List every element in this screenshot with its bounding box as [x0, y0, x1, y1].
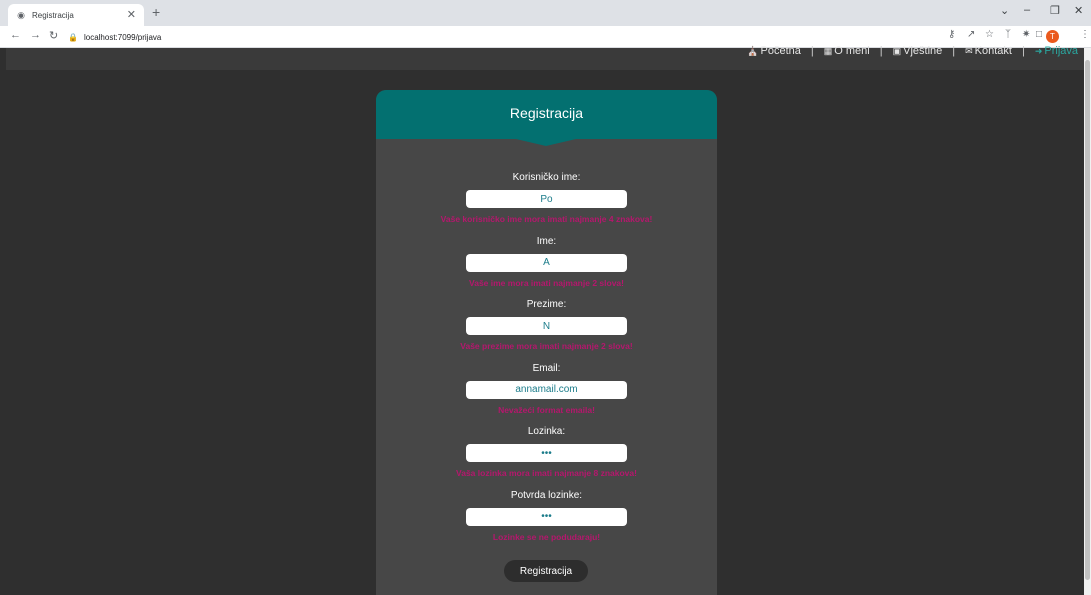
nav-skills-label: Vještine — [903, 45, 943, 57]
page-scrollbar[interactable] — [1084, 48, 1091, 595]
field-username: Korisničko ime: Vaše korisničko ime mora… — [376, 172, 717, 236]
briefcase-icon: ▣ — [892, 46, 902, 56]
star-icon[interactable]: ☆ — [985, 29, 994, 40]
error-message: Lozinke se ne podudaraju! — [492, 531, 601, 542]
error-message: Nevažeći format emaila! — [498, 404, 595, 415]
field-confirm-password: Potvrda lozinke: Lozinke se ne podudaraj… — [376, 490, 717, 554]
field-email: Email: Nevažeći format emaila! — [376, 363, 717, 427]
error-message: Vaše korisničko ime mora imati najmanje … — [440, 214, 653, 224]
card-title: Registracija — [376, 90, 717, 136]
firstname-input[interactable] — [466, 253, 627, 272]
field-password: Lozinka: Vaša lozinka mora imati najmanj… — [376, 426, 717, 490]
page: ⛪ Početna | ▦ O meni | ▣ Vještine | ✉ Kontak… — [6, 45, 1084, 595]
nav-separator: | — [810, 45, 814, 57]
confirm-password-input[interactable] — [466, 507, 627, 526]
new-tab-button[interactable]: + — [152, 4, 160, 20]
url-text: localhost:7099/prijava — [83, 32, 162, 42]
home-icon: ⛪ — [747, 46, 759, 56]
key-icon[interactable]: ⚷ — [948, 29, 955, 40]
email-input[interactable] — [466, 380, 627, 399]
scrollbar-thumb[interactable] — [1085, 60, 1090, 580]
nav-contact-label: Kontakt — [974, 45, 1012, 57]
browser-tabstrip: ◉ Registracija ✕ + ⌄ – ❐ ✕ — [0, 0, 1091, 26]
nav-separator: | — [952, 45, 956, 57]
field-label: Korisničko ime: — [512, 172, 581, 183]
username-input[interactable] — [466, 190, 627, 208]
restore-icon[interactable]: ❐ — [1050, 4, 1060, 17]
sidebar-icon[interactable]: □ — [1036, 29, 1042, 40]
globe-icon: ◉ — [17, 9, 25, 20]
back-icon[interactable]: ← — [10, 29, 21, 41]
browser-tab[interactable]: ◉ Registracija ✕ — [8, 4, 144, 26]
close-icon[interactable]: ✕ — [127, 8, 136, 21]
field-label: Email: — [532, 362, 561, 374]
field-label: Lozinka: — [527, 426, 566, 437]
extension-m-icon[interactable]: ᛉ — [1005, 29, 1011, 40]
nav-login-label: Prijava — [1044, 45, 1078, 57]
lastname-input[interactable] — [466, 317, 627, 335]
card-header-arrow — [376, 136, 717, 146]
nav-home[interactable]: ⛪ Početna — [747, 45, 801, 57]
form-fields: Korisničko ime: Vaše korisničko ime mora… — [376, 172, 717, 553]
puzzle-icon[interactable]: ✷ — [1022, 29, 1030, 40]
password-input[interactable] — [466, 444, 627, 462]
nav-about-label: O meni — [834, 45, 870, 57]
error-message: Vaše prezime mora imati najmanje 2 slova… — [460, 341, 633, 351]
chevron-down-icon[interactable]: ⌄ — [1000, 4, 1009, 17]
nav-skills[interactable]: ▣ Vještine — [893, 45, 943, 57]
profile-avatar[interactable]: T — [1046, 30, 1059, 43]
menu-icon[interactable]: ⋮ — [1080, 29, 1090, 40]
nav-separator: | — [1021, 45, 1025, 57]
minimize-icon[interactable]: – — [1024, 4, 1030, 16]
close-window-icon[interactable]: ✕ — [1074, 4, 1083, 17]
registration-card: Registracija Korisničko ime: Vaše korisn… — [376, 90, 717, 595]
nav-about[interactable]: ▦ O meni — [824, 45, 870, 57]
nav-login[interactable]: ➜ Prijava — [1035, 45, 1078, 57]
field-label: Ime: — [536, 235, 557, 247]
forward-icon[interactable]: → — [30, 29, 41, 41]
field-label: Potvrda lozinke: — [510, 489, 583, 501]
register-button[interactable]: Registracija — [504, 560, 588, 582]
address-bar[interactable]: 🔒 localhost:7099/prijava — [68, 29, 938, 45]
envelope-icon: ✉ — [965, 46, 973, 56]
lock-icon: 🔒 — [68, 32, 78, 42]
id-card-icon: ▦ — [823, 46, 833, 56]
field-lastname: Prezime: Vaše prezime mora imati najmanj… — [376, 299, 717, 363]
reload-icon[interactable]: ↻ — [49, 29, 58, 42]
field-firstname: Ime: Vaše ime mora imati najmanje 2 slov… — [376, 236, 717, 300]
error-message: Vaša lozinka mora imati najmanje 8 znako… — [456, 468, 637, 478]
error-message: Vaše ime mora imati najmanje 2 slova! — [469, 277, 624, 288]
nav-separator: | — [879, 45, 883, 57]
tab-title: Registracija — [32, 10, 74, 20]
nav-contact[interactable]: ✉ Kontakt — [965, 45, 1012, 57]
share-icon[interactable]: ↗ — [967, 29, 975, 40]
site-nav: ⛪ Početna | ▦ O meni | ▣ Vještine | ✉ Kontak… — [6, 45, 1084, 70]
sign-in-icon: ➜ — [1034, 46, 1043, 56]
nav-home-label: Početna — [760, 45, 801, 57]
field-label: Prezime: — [526, 299, 567, 310]
